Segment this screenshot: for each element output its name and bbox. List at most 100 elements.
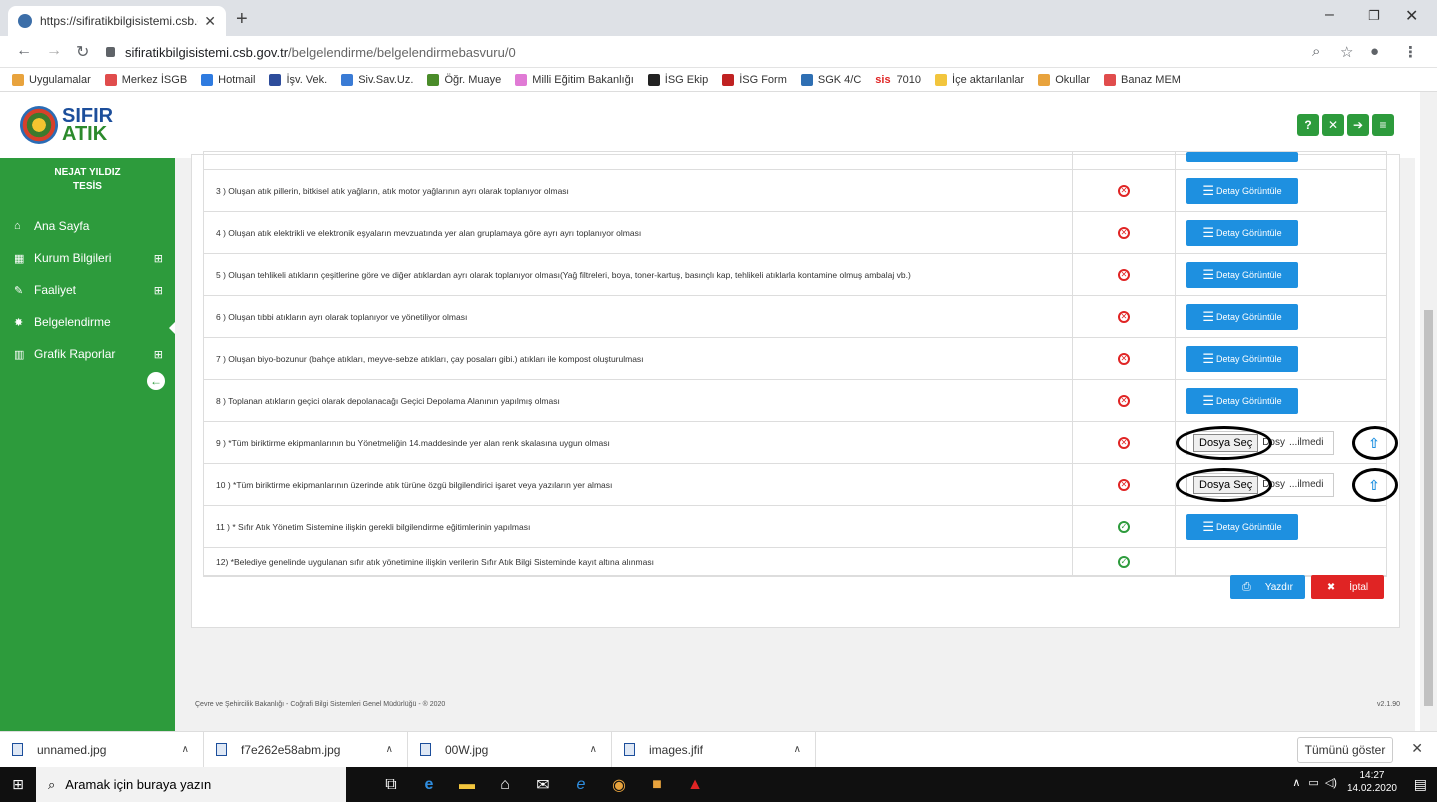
status-cell: ✕ [1072,338,1176,379]
cancel-button[interactable]: ✖ İptal [1311,575,1384,599]
download-options-icon[interactable]: ∧ [386,744,393,755]
bookmark-item[interactable]: Merkez İSGB [104,73,187,86]
browser-tab[interactable]: https://sifiratikbilgisistemi.csb.go ✕ [8,6,226,36]
back-icon[interactable]: ← [16,42,32,60]
sidebar-item-label: Belgelendirme [34,315,111,329]
tab-close-icon[interactable]: ✕ [204,13,216,30]
store-icon[interactable]: ⌂ [488,767,522,802]
clock[interactable]: 14:27 14.02.2020 [1347,769,1397,795]
show-all-downloads-button[interactable]: Tümünü göster [1297,737,1393,763]
file-explorer-icon[interactable]: ▬ [450,767,484,802]
url-input[interactable]: sifiratikbilgisistemi.csb.gov.tr /belgel… [106,40,1366,64]
edge-icon[interactable]: e [412,767,446,802]
download-filename: 00W.jpg [445,742,489,757]
status-ok-icon: ✓ [1118,555,1130,568]
print-button[interactable]: ⎙ Yazdır [1230,575,1305,599]
download-item[interactable]: 00W.jpg ∧ [408,731,612,768]
sidebar-item-belgelendirme[interactable]: ✸ Belgelendirme [0,306,175,338]
detail-view-button[interactable]: ☰ Detay Görüntüle [1186,387,1298,414]
page-scrollbar[interactable] [1420,92,1437,731]
menu-icon[interactable]: ⋮ [1403,43,1418,61]
volume-icon[interactable]: ◁) [1325,776,1337,789]
mail-icon[interactable]: ✉ [526,767,560,802]
bookmark-label: SGK 4/C [817,73,862,86]
bookmark-item[interactable]: İşv. Vek. [269,73,327,86]
help-button[interactable]: ? [1297,114,1319,136]
sidebar-item-grafik-raporlar[interactable]: ▥ Grafik Raporlar ⊞ [0,338,175,370]
profile-icon[interactable]: ● [1370,43,1379,60]
tray-expand-icon[interactable]: ∧ [1292,776,1300,789]
download-options-icon[interactable]: ∧ [794,744,801,755]
bookmark-icon [427,73,440,86]
app-icon[interactable]: ■ [640,767,674,802]
bookmark-icon [269,73,282,86]
bookmark-item[interactable]: Okullar [1038,73,1090,86]
file-status-text-b: ...ilmedi [1289,479,1324,490]
network-icon[interactable]: ▭ [1308,776,1318,789]
detail-view-button[interactable] [1186,152,1298,162]
detail-view-button[interactable]: ☰ Detay Görüntüle [1186,261,1298,288]
status-cell: ✕ [1072,464,1176,505]
detail-view-button[interactable]: ☰ Detay Görüntüle [1186,303,1298,330]
notification-icon[interactable]: ▤ [1414,776,1427,793]
detail-view-label: Detay Görüntüle [1216,353,1282,364]
bookmark-item[interactable]: Banaz MEM [1104,73,1181,86]
task-view-icon[interactable]: ⧉ [374,767,408,802]
menu-toggle-button[interactable]: ≡ [1372,114,1394,136]
download-options-icon[interactable]: ∧ [590,744,597,755]
image-file-icon [216,743,227,756]
sidebar-collapse-button[interactable]: ← [147,372,165,390]
forward-icon[interactable]: → [46,42,62,60]
star-icon[interactable]: ☆ [1340,43,1353,61]
action-cell: ☰ Detay Görüntüle [1176,506,1386,547]
bookmark-item[interactable]: İSG Ekip [647,73,708,86]
download-item[interactable]: f7e262e58abm.jpg ∧ [204,731,408,768]
sidebar-item-ana-sayfa[interactable]: ⌂ Ana Sayfa [0,210,175,242]
bookmark-item[interactable]: Milli Eğitim Bakanlığı [515,73,634,86]
bookmark-item[interactable]: Siv.Sav.Uz. [341,73,413,86]
bookmark-item[interactable]: İSG Form [722,73,787,86]
app-header: SIFIR ATIK ? ✕ ➔ ≡ [0,92,1420,158]
maximize-icon[interactable]: ❐ [1368,8,1380,24]
download-item[interactable]: images.jfif ∧ [612,731,816,768]
criteria-row [204,152,1386,170]
windows-start-icon[interactable]: ⊞ [0,767,36,802]
bookmark-item[interactable]: Hotmail [201,73,255,86]
detail-view-button[interactable]: ☰ Detay Görüntüle [1186,219,1298,246]
logout-button[interactable]: ➔ [1347,114,1369,136]
certificate-icon: ✸ [14,316,24,329]
bookmark-item[interactable]: İçe aktarılanlar [935,73,1024,86]
bookmark-item[interactable]: Öğr. Muaye [427,73,501,86]
bookmark-item[interactable]: sis 7010 [875,74,921,86]
window-close-icon[interactable]: ✕ [1405,6,1418,26]
sifir-atik-logo[interactable]: SIFIR ATIK [20,106,113,144]
detail-view-label: Detay Görüntüle [1216,521,1282,532]
bookmark-item[interactable]: SGK 4/C [800,73,862,86]
taskbar-search-input[interactable]: ⌕ Aramak için buraya yazın [36,767,346,802]
detail-view-button[interactable]: ☰ Detay Görüntüle [1186,177,1298,204]
detail-view-button[interactable]: ☰ Detay Görüntüle [1186,345,1298,372]
minimize-icon[interactable]: – [1325,6,1334,24]
sidebar-item-kurum-bilgileri[interactable]: ▦ Kurum Bilgileri ⊞ [0,242,175,274]
scrollbar-thumb[interactable] [1424,310,1433,706]
action-cell [1176,152,1386,169]
reload-icon[interactable]: ↻ [76,42,89,62]
sidebar: NEJAT YILDIZ TESİS ⌂ Ana Sayfa ▦ Kurum Bilg… [0,158,175,731]
print-label: Yazdır [1264,581,1293,593]
downloads-close-icon[interactable]: ✕ [1411,740,1423,757]
status-fail-icon: ✕ [1118,436,1130,449]
detail-view-button[interactable]: ☰ Detay Görüntüle [1186,513,1298,540]
criteria-row: 9 ) *Tüm biriktirme ekipmanlarının bu Yö… [204,422,1398,464]
bookmark-item[interactable]: Uygulamalar [12,73,91,86]
bookmark-prefix: sis [875,73,891,86]
fullscreen-button[interactable]: ✕ [1322,114,1344,136]
status-cell: ✕ [1072,212,1176,253]
download-item[interactable]: unnamed.jpg ∧ [0,731,204,768]
download-options-icon[interactable]: ∧ [182,744,189,755]
new-tab-icon[interactable]: + [236,8,248,31]
sidebar-item-faaliyet[interactable]: ✎ Faaliyet ⊞ [0,274,175,306]
acrobat-icon[interactable]: ▲ [678,767,712,802]
chrome-icon[interactable]: ◉ [602,767,636,802]
zoom-icon[interactable]: ⌕ [1312,43,1320,60]
ie-icon[interactable]: e [564,767,598,802]
